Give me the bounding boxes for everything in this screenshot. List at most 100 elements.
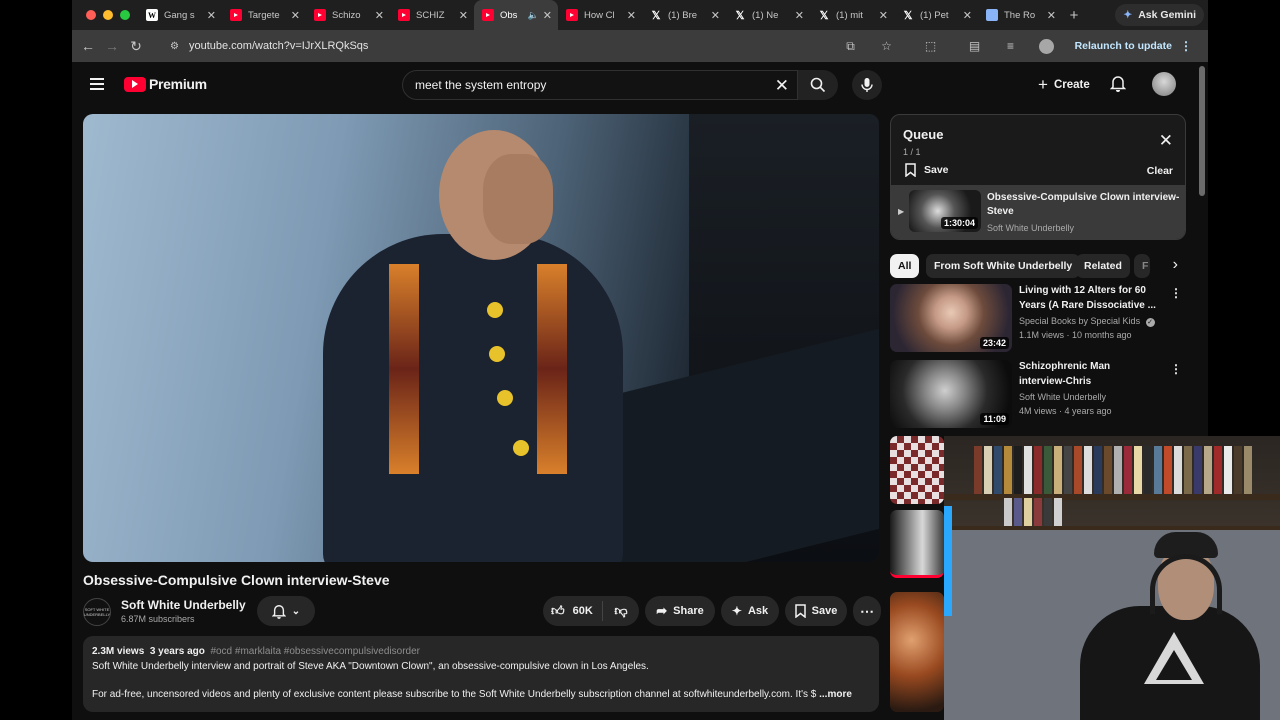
close-tab-icon[interactable]: ✕ [1047,9,1056,22]
kebab-menu-icon[interactable]: ⋮ [1170,362,1182,376]
bookmark-star-icon[interactable]: ☆ [875,34,899,58]
queue-thumbnail[interactable]: 1:30:04 [909,190,981,232]
extensions-icon[interactable]: ⬚ [919,34,943,58]
notifications-button[interactable] [1109,74,1127,97]
clear-search-icon[interactable]: ✕ [775,76,789,96]
recommendation-item-partial[interactable] [890,592,950,712]
reload-icon[interactable]: ↻ [124,38,148,55]
speaker-icon[interactable]: 🔈 [528,10,539,21]
recommendation-item[interactable]: 11:09 Schizophrenic Man interview-Chris … [890,360,1186,430]
chip-from-channel[interactable]: From Soft White Underbelly [926,254,1081,278]
share-button[interactable]: ➦ Share [645,596,715,626]
close-tab-icon[interactable]: ✕ [795,9,804,22]
recommendation-channel[interactable]: Soft White Underbelly [1019,392,1106,402]
channel-name[interactable]: Special Books by Special Kids [1019,316,1140,326]
kebab-menu-icon[interactable]: ⋮ [1180,39,1192,53]
video-description[interactable]: 2.3M views 3 years ago #ocd #marklaita #… [83,636,879,712]
recommendation-channel[interactable]: Special Books by Special Kids ✓ [1019,316,1155,327]
chip-all[interactable]: All [890,254,920,278]
chip-partial[interactable]: F [1134,254,1150,278]
ask-gemini-button[interactable]: ✦ Ask Gemini [1115,4,1204,26]
dislike-button[interactable]: 👎︎ [603,603,639,619]
recommendation-thumbnail[interactable]: 11:09 [890,360,1012,428]
recommendation-item-partial[interactable] [890,510,950,580]
close-tab-icon[interactable]: ✕ [879,9,888,22]
queue-save-button[interactable]: Save [905,163,949,177]
tab-3[interactable]: Schizo ✕ [306,0,390,30]
tab-10[interactable]: 𝕏 (1) Pet ✕ [894,0,978,30]
kebab-menu-icon[interactable]: ⋮ [1170,286,1182,300]
recommendation-thumbnail[interactable] [890,510,944,578]
close-window-button[interactable] [86,10,96,20]
queue-item[interactable]: ▶ 1:30:04 Obsessive-Compulsive Clown int… [891,185,1185,239]
search-value[interactable]: meet the system entropy [415,78,546,92]
video-title: Obsessive-Compulsive Clown interview-Ste… [83,572,390,588]
recommendation-thumbnail[interactable] [890,436,944,504]
url-text[interactable]: youtube.com/watch?v=IJrXLRQkSqs [189,40,368,52]
youtube-premium-logo[interactable]: Premium [124,76,207,92]
queue-title: Queue [903,127,944,142]
close-tab-icon[interactable]: ✕ [207,9,216,22]
video-player[interactable] [83,114,879,562]
tab-2[interactable]: Targete ✕ [222,0,306,30]
close-tab-icon[interactable]: ✕ [291,9,300,22]
recommendation-title[interactable]: Living with 12 Alters for 60 Years (A Ra… [1019,284,1159,313]
tab-4[interactable]: SCHIZ ✕ [390,0,474,30]
queue-clear-button[interactable]: Clear [1147,165,1173,177]
recommendation-title[interactable]: Schizophrenic Man interview-Chris [1019,360,1159,389]
maximize-window-button[interactable] [120,10,130,20]
tab-5-active[interactable]: Obs 🔈 ✕ [474,0,558,30]
search-input[interactable]: meet the system entropy ✕ [402,70,798,100]
tab-8[interactable]: 𝕏 (1) Ne ✕ [726,0,810,30]
tab-7[interactable]: 𝕏 (1) Bre ✕ [642,0,726,30]
minimize-window-button[interactable] [103,10,113,20]
more-actions-button[interactable]: ⋯ [853,596,881,626]
page-scrollbar[interactable] [1199,66,1205,196]
close-tab-icon[interactable]: ✕ [627,9,636,22]
close-icon[interactable]: ✕ [1159,131,1173,151]
tab-1[interactable]: W Gang s ✕ [138,0,222,30]
tab-9[interactable]: 𝕏 (1) mit ✕ [810,0,894,30]
queue-item-channel[interactable]: Soft White Underbelly [987,223,1074,233]
media-controls-icon[interactable]: ≡ [999,34,1023,58]
tab-6[interactable]: How Cl ✕ [558,0,642,30]
recommendation-item[interactable]: 23:42 Living with 12 Alters for 60 Years… [890,284,1186,354]
recommendation-thumbnail[interactable]: 23:42 [890,284,1012,352]
ask-button[interactable]: ✦ Ask [721,596,779,626]
close-tab-icon[interactable]: ✕ [711,9,720,22]
save-button[interactable]: Save [785,596,847,626]
hashtags[interactable]: #ocd #marklaita #obsessivecompulsivediso… [210,646,420,657]
create-button[interactable]: + Create [1030,72,1098,98]
forward-arrow-icon[interactable]: → [100,38,124,54]
browser-toolbar: ← → ↻ ⚙ youtube.com/watch?v=IJrXLRQkSqs … [72,30,1208,62]
more-link[interactable]: ...more [819,689,852,700]
profile-icon[interactable] [1035,34,1059,58]
tab-11[interactable]: The Ro ✕ [978,0,1062,30]
channel-avatar[interactable]: SOFT WHITE UNDERBELLY [83,598,111,626]
channel-name[interactable]: Soft White Underbelly [121,598,246,612]
queue-item-title[interactable]: Obsessive-Compulsive Clown interview-Ste… [987,191,1183,219]
close-tab-icon[interactable]: ✕ [459,9,468,22]
close-tab-icon[interactable]: ✕ [543,9,552,22]
user-avatar[interactable] [1152,72,1176,96]
duration-badge: 1:30:04 [940,217,978,229]
subscribed-notifications-button[interactable]: ⌄ [257,596,315,626]
recommendation-thumbnail[interactable] [890,592,944,712]
chevron-right-icon[interactable]: › [1173,256,1178,274]
menu-icon[interactable] [90,78,104,90]
voice-search-button[interactable] [852,70,882,100]
search-button[interactable] [798,70,838,100]
site-settings-icon[interactable]: ⚙ [170,41,179,52]
relaunch-to-update-button[interactable]: Relaunch to update ⋮ [1065,35,1202,57]
install-app-icon[interactable]: ⧉ [839,34,863,58]
close-tab-icon[interactable]: ✕ [375,9,384,22]
back-arrow-icon[interactable]: ← [76,38,100,54]
reading-mode-icon[interactable]: ▤ [963,34,987,58]
chip-related[interactable]: Related [1076,254,1130,278]
recommendation-item-partial[interactable] [890,436,950,506]
video-frame-detail [537,264,567,474]
tab-label: SCHIZ [416,9,445,21]
new-tab-button[interactable]: + [1062,7,1086,24]
close-tab-icon[interactable]: ✕ [963,9,972,22]
like-button[interactable]: 👍︎ 60K [543,601,603,621]
